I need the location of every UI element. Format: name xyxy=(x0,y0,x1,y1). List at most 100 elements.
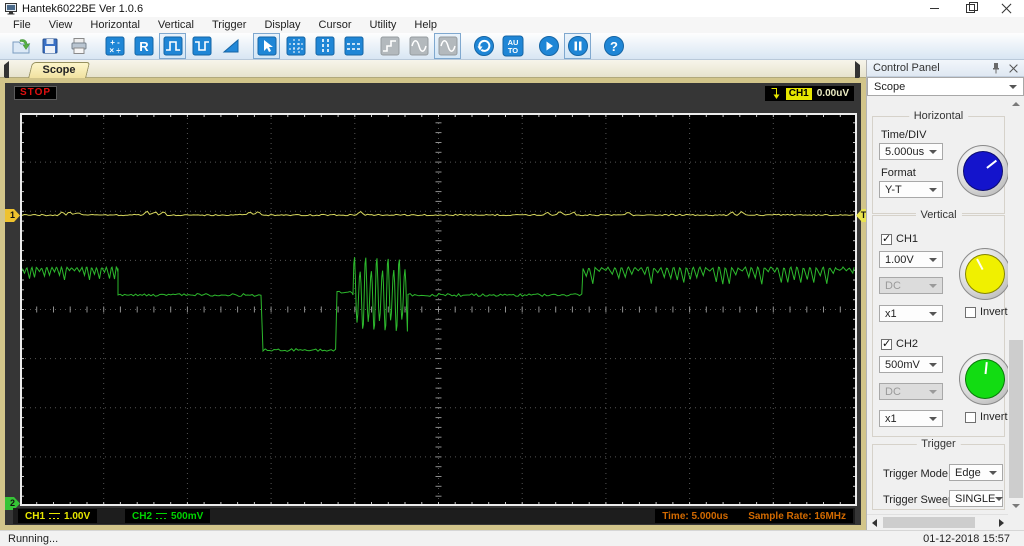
reference-button[interactable]: R xyxy=(130,33,157,59)
ch1-invert-checkbox[interactable] xyxy=(965,306,976,318)
start-button[interactable] xyxy=(535,33,562,59)
close-button[interactable] xyxy=(988,0,1024,17)
control-panel-title: Control Panel xyxy=(873,62,940,74)
minimize-button[interactable] xyxy=(916,0,952,17)
menu-help[interactable]: Help xyxy=(405,17,446,33)
sine-wave-button[interactable] xyxy=(405,33,432,59)
sample-rate: Sample Rate: 16MHz xyxy=(748,510,846,522)
vertical-group: Vertical CH1 1.00V DC x1 Invert CH2 500m… xyxy=(872,209,1011,437)
menu-display[interactable]: Display xyxy=(255,17,309,33)
menu-vertical[interactable]: Vertical xyxy=(149,17,203,33)
step-wave-button[interactable] xyxy=(376,33,403,59)
trigger-edge-icon xyxy=(771,88,780,99)
math-icon: + -× ÷ xyxy=(105,36,124,56)
print-icon xyxy=(71,38,86,54)
ch1-position-marker[interactable]: 1 xyxy=(5,209,20,222)
scrollbar-thumb[interactable] xyxy=(1009,340,1023,500)
help-button[interactable]: ? xyxy=(600,33,627,59)
menu-utility[interactable]: Utility xyxy=(361,17,406,33)
restore-button[interactable] xyxy=(952,0,988,17)
refresh-icon xyxy=(473,36,494,56)
save-button[interactable] xyxy=(36,33,63,59)
ch1-probe-select[interactable]: x1 xyxy=(879,305,943,322)
down-arrow-icon xyxy=(1012,504,1020,508)
trigger-mode-select[interactable]: Edge xyxy=(949,464,1003,481)
help-icon: ? xyxy=(603,36,624,56)
math-button[interactable]: + - × ÷ xyxy=(101,33,128,59)
statusbar: Running... 01-12-2018 15:57 xyxy=(0,530,1024,546)
folder-open-icon xyxy=(12,39,31,54)
vertical-cursors-icon xyxy=(315,36,334,56)
svg-text:R: R xyxy=(139,39,149,54)
auto-set-button[interactable]: AU TO xyxy=(499,33,526,59)
sine-wave-icon xyxy=(409,36,428,56)
panel-horizontal-scrollbar[interactable] xyxy=(867,514,1008,530)
chevron-down-icon xyxy=(929,311,937,316)
control-panel-header: Control Panel xyxy=(867,60,1024,77)
format-select[interactable]: Y-T xyxy=(879,181,943,198)
ch2-scale-select[interactable]: 500mV xyxy=(879,356,943,373)
chevron-down-icon xyxy=(989,470,997,475)
grid-cursor-button[interactable] xyxy=(282,33,309,59)
ch1-scale-select[interactable]: 1.00V xyxy=(879,251,943,268)
panel-mode-select[interactable]: Scope xyxy=(867,77,1024,96)
ch2-invert-checkbox[interactable] xyxy=(965,411,976,423)
menu-trigger[interactable]: Trigger xyxy=(203,17,255,33)
horizontal-cursor-button[interactable] xyxy=(340,33,367,59)
trigger-sweep-select[interactable]: SINGLE xyxy=(949,490,1004,507)
ch2-position-knob[interactable] xyxy=(959,353,1011,405)
cursor-select-button[interactable] xyxy=(253,33,280,59)
menu-file[interactable]: File xyxy=(4,17,40,33)
horizontal-group: Horizontal Time/DIV 5.000us Format Y-T xyxy=(872,110,1009,214)
scroll-right-button[interactable] xyxy=(994,517,1008,529)
ch1-enable-checkbox[interactable] xyxy=(881,232,892,245)
refresh-button[interactable] xyxy=(470,33,497,59)
menu-cursor[interactable]: Cursor xyxy=(310,17,361,33)
menu-horizontal[interactable]: Horizontal xyxy=(81,17,149,33)
chevron-down-icon xyxy=(929,149,937,154)
pulse-fall-icon xyxy=(192,36,211,56)
scroll-up-button[interactable] xyxy=(1008,96,1024,112)
timediv-select[interactable]: 5.000us xyxy=(879,143,943,160)
tabbar: Scope xyxy=(0,60,866,81)
scroll-left-button[interactable] xyxy=(867,517,881,529)
tab-scope[interactable]: Scope xyxy=(27,62,91,79)
sine-wave-icon xyxy=(438,36,457,56)
panel-close-icon[interactable] xyxy=(1009,64,1018,73)
trigger-readout: CH1 0.00uV xyxy=(764,86,854,101)
chevron-down-icon xyxy=(929,362,937,367)
reference-icon: R xyxy=(134,36,153,56)
pause-icon xyxy=(567,36,588,56)
ramp-button[interactable] xyxy=(217,33,244,59)
tab-scroll-right-button[interactable] xyxy=(855,61,860,81)
panel-vertical-scrollbar[interactable] xyxy=(1008,96,1024,514)
print-button[interactable] xyxy=(65,33,92,59)
pin-icon[interactable] xyxy=(991,62,1001,74)
close-icon xyxy=(1001,3,1012,14)
svg-text:?: ? xyxy=(610,39,618,54)
trigger-level-value: 0.00uV xyxy=(816,88,849,99)
ch1-enable-row: CH1 xyxy=(881,232,918,245)
menu-view[interactable]: View xyxy=(40,17,82,33)
pulse-fall-button[interactable] xyxy=(188,33,215,59)
time-per-div: Time: 5.000us xyxy=(662,510,729,522)
trigger-sweep-label: Trigger Sweep xyxy=(883,494,955,506)
ch2-enable-checkbox[interactable] xyxy=(881,337,892,350)
ch2-probe-select[interactable]: x1 xyxy=(879,410,943,427)
ch1-invert-row: Invert xyxy=(965,306,1008,318)
pause-button[interactable] xyxy=(564,33,591,59)
horizontal-position-knob[interactable] xyxy=(957,145,1009,197)
trigger-source-badge: CH1 xyxy=(785,87,812,100)
ch1-position-knob[interactable] xyxy=(959,248,1011,300)
pulse-rise-button[interactable] xyxy=(159,33,186,59)
chevron-down-icon xyxy=(929,416,937,421)
app-icon xyxy=(5,2,17,15)
open-button[interactable] xyxy=(7,33,34,59)
trigger-mode-label: Trigger Mode xyxy=(883,468,949,480)
tab-scroll-left-button[interactable] xyxy=(4,61,9,81)
scroll-down-button[interactable] xyxy=(1008,498,1024,514)
sine-wave-2-button[interactable] xyxy=(434,33,461,59)
scrollbar-thumb[interactable] xyxy=(883,517,975,528)
vertical-cursor-button[interactable] xyxy=(311,33,338,59)
ch2-invert-row: Invert xyxy=(965,411,1008,423)
